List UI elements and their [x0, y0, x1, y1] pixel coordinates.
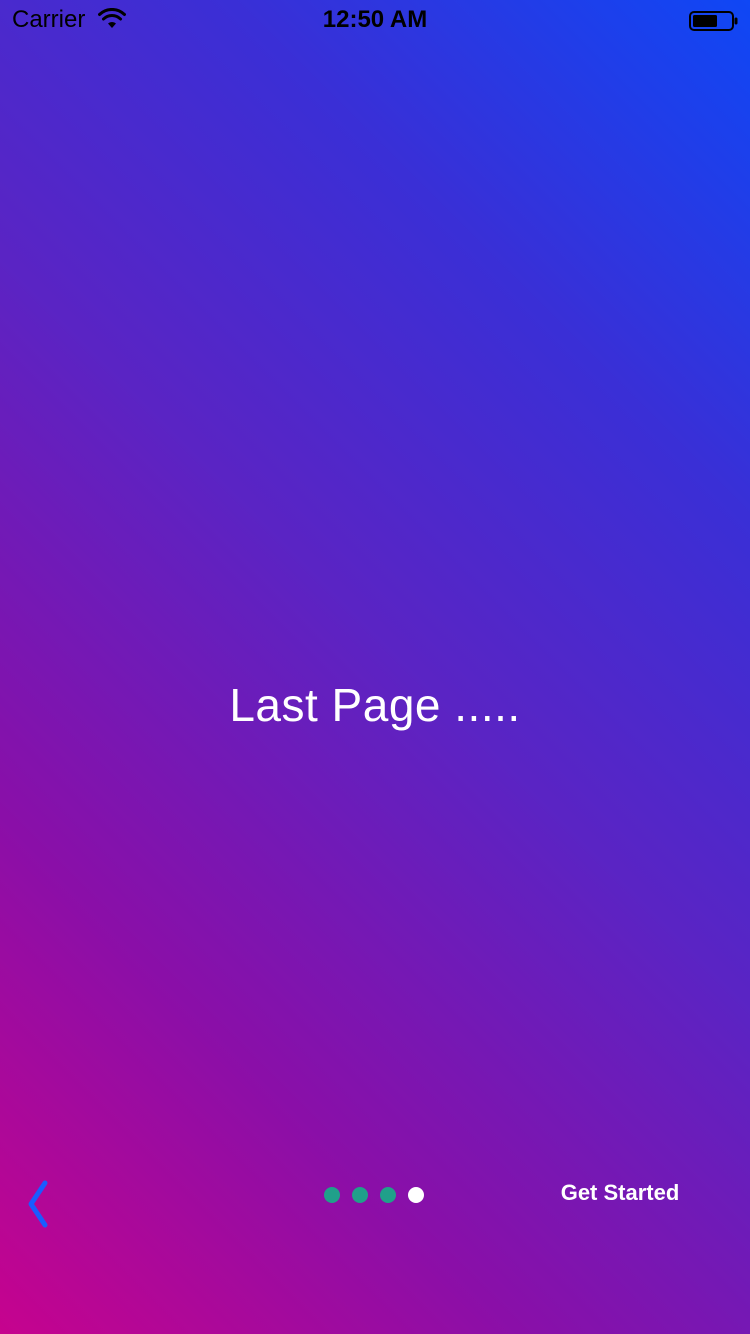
page-title: Last Page ..... — [229, 679, 521, 731]
page-dot-1[interactable] — [324, 1187, 340, 1203]
status-time: 12:50 AM — [322, 6, 428, 33]
page-dot-4-current[interactable] — [408, 1187, 424, 1203]
back-button[interactable] — [18, 1176, 58, 1232]
page-dot-3[interactable] — [380, 1187, 396, 1203]
chevron-left-icon — [28, 1180, 48, 1228]
get-started-button[interactable]: Get Started — [540, 1176, 700, 1210]
battery-icon — [689, 11, 738, 31]
page-indicator[interactable] — [324, 1187, 424, 1205]
status-bar: Carrier 12:50 AM — [0, 0, 750, 40]
page-dot-2[interactable] — [352, 1187, 368, 1203]
onboarding-screen: Carrier 12:50 AM Last Page ..... Get Sta… — [0, 0, 750, 1334]
